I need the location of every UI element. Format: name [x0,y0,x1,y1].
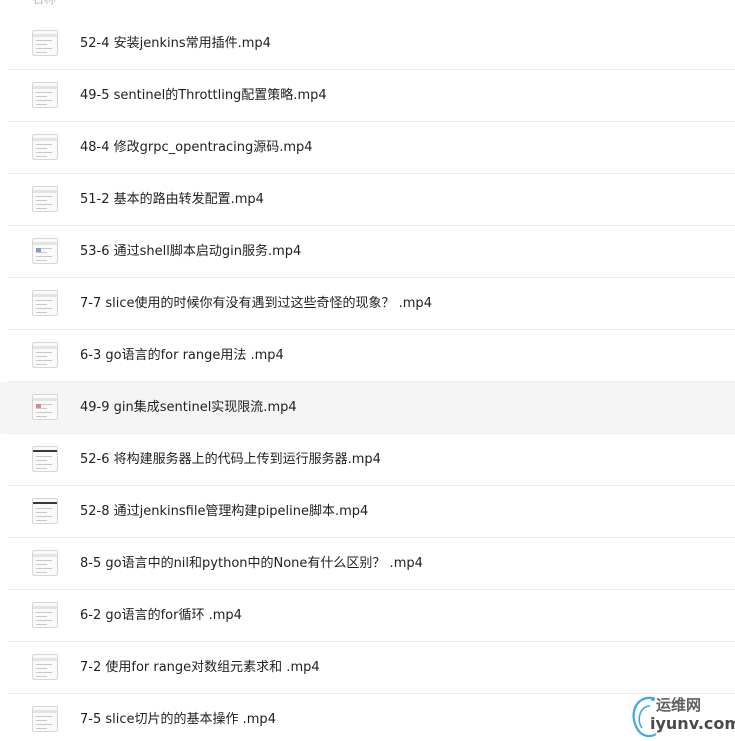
file-name[interactable]: 52-4 安装jenkins常用插件.mp4 [80,18,271,70]
video-thumbnail-icon [32,654,58,680]
file-name[interactable]: 49-9 gin集成sentinel实现限流.mp4 [80,382,297,434]
watermark-text-chinese: 运维网 [656,696,702,714]
file-row[interactable]: 52-4 安装jenkins常用插件.mp4 [0,18,735,70]
file-name[interactable]: 6-2 go语言的for循环 .mp4 [80,590,242,642]
file-row[interactable]: 8-5 go语言中的nil和python中的None有什么区别？ .mp4 [0,538,735,590]
file-row[interactable]: 6-2 go语言的for循环 .mp4 [0,590,735,642]
video-thumbnail-icon [32,446,58,472]
file-list-page: 名称 52-4 安装jenkins常用插件.mp449-5 sentinel的T… [0,0,735,741]
video-thumbnail-icon [32,706,58,732]
file-name[interactable]: 52-8 通过jenkinsfile管理构建pipeline脚本.mp4 [80,486,368,538]
file-row[interactable]: 7-5 slice切片的的基本操作 .mp4 [0,694,735,741]
file-row[interactable]: 52-6 将构建服务器上的代码上传到运行服务器.mp4 [0,434,735,486]
video-thumbnail-icon [32,290,58,316]
file-row[interactable]: 49-9 gin集成sentinel实现限流.mp4 [0,382,735,434]
file-name[interactable]: 7-2 使用for range对数组元素求和 .mp4 [80,642,320,694]
video-thumbnail-icon [32,186,58,212]
video-thumbnail-icon [32,82,58,108]
video-thumbnail-icon [32,602,58,628]
file-name[interactable]: 8-5 go语言中的nil和python中的None有什么区别？ .mp4 [80,538,423,590]
name-column-header[interactable]: 名称 [32,0,56,7]
file-row[interactable]: 6-3 go语言的for range用法 .mp4 [0,330,735,382]
video-thumbnail-icon [32,342,58,368]
video-thumbnail-icon [32,134,58,160]
video-thumbnail-icon [32,238,58,264]
video-thumbnail-icon [32,550,58,576]
file-name[interactable]: 49-5 sentinel的Throttling配置策略.mp4 [80,70,327,122]
file-name[interactable]: 6-3 go语言的for range用法 .mp4 [80,330,284,382]
file-row[interactable]: 53-6 通过shell脚本启动gin服务.mp4 [0,226,735,278]
file-list: 52-4 安装jenkins常用插件.mp4 49-5 sentinel的Thro… [0,18,735,741]
file-name[interactable]: 51-2 基本的路由转发配置.mp4 [80,174,264,226]
file-row[interactable]: 7-7 slice使用的时候你有没有遇到过这些奇怪的现象？ .mp4 [0,278,735,330]
file-row[interactable]: 51-2 基本的路由转发配置.mp4 [0,174,735,226]
file-row[interactable]: 49-5 sentinel的Throttling配置策略.mp4 [0,70,735,122]
file-name[interactable]: 52-6 将构建服务器上的代码上传到运行服务器.mp4 [80,434,381,486]
video-thumbnail-icon [32,394,58,420]
video-thumbnail-icon [32,30,58,56]
file-row[interactable]: 48-4 修改grpc_opentracing源码.mp4 [0,122,735,174]
file-name[interactable]: 53-6 通过shell脚本启动gin服务.mp4 [80,226,301,278]
file-row[interactable]: 7-2 使用for range对数组元素求和 .mp4 [0,642,735,694]
file-name[interactable]: 7-7 slice使用的时候你有没有遇到过这些奇怪的现象？ .mp4 [80,278,432,330]
video-thumbnail-icon [32,498,58,524]
file-row[interactable]: 52-8 通过jenkinsfile管理构建pipeline脚本.mp4 [0,486,735,538]
file-name[interactable]: 48-4 修改grpc_opentracing源码.mp4 [80,122,313,174]
watermark-text-domain: iyunv.com [650,714,735,733]
site-watermark: 运维网 iyunv.com [628,692,735,738]
file-name[interactable]: 7-5 slice切片的的基本操作 .mp4 [80,694,276,741]
